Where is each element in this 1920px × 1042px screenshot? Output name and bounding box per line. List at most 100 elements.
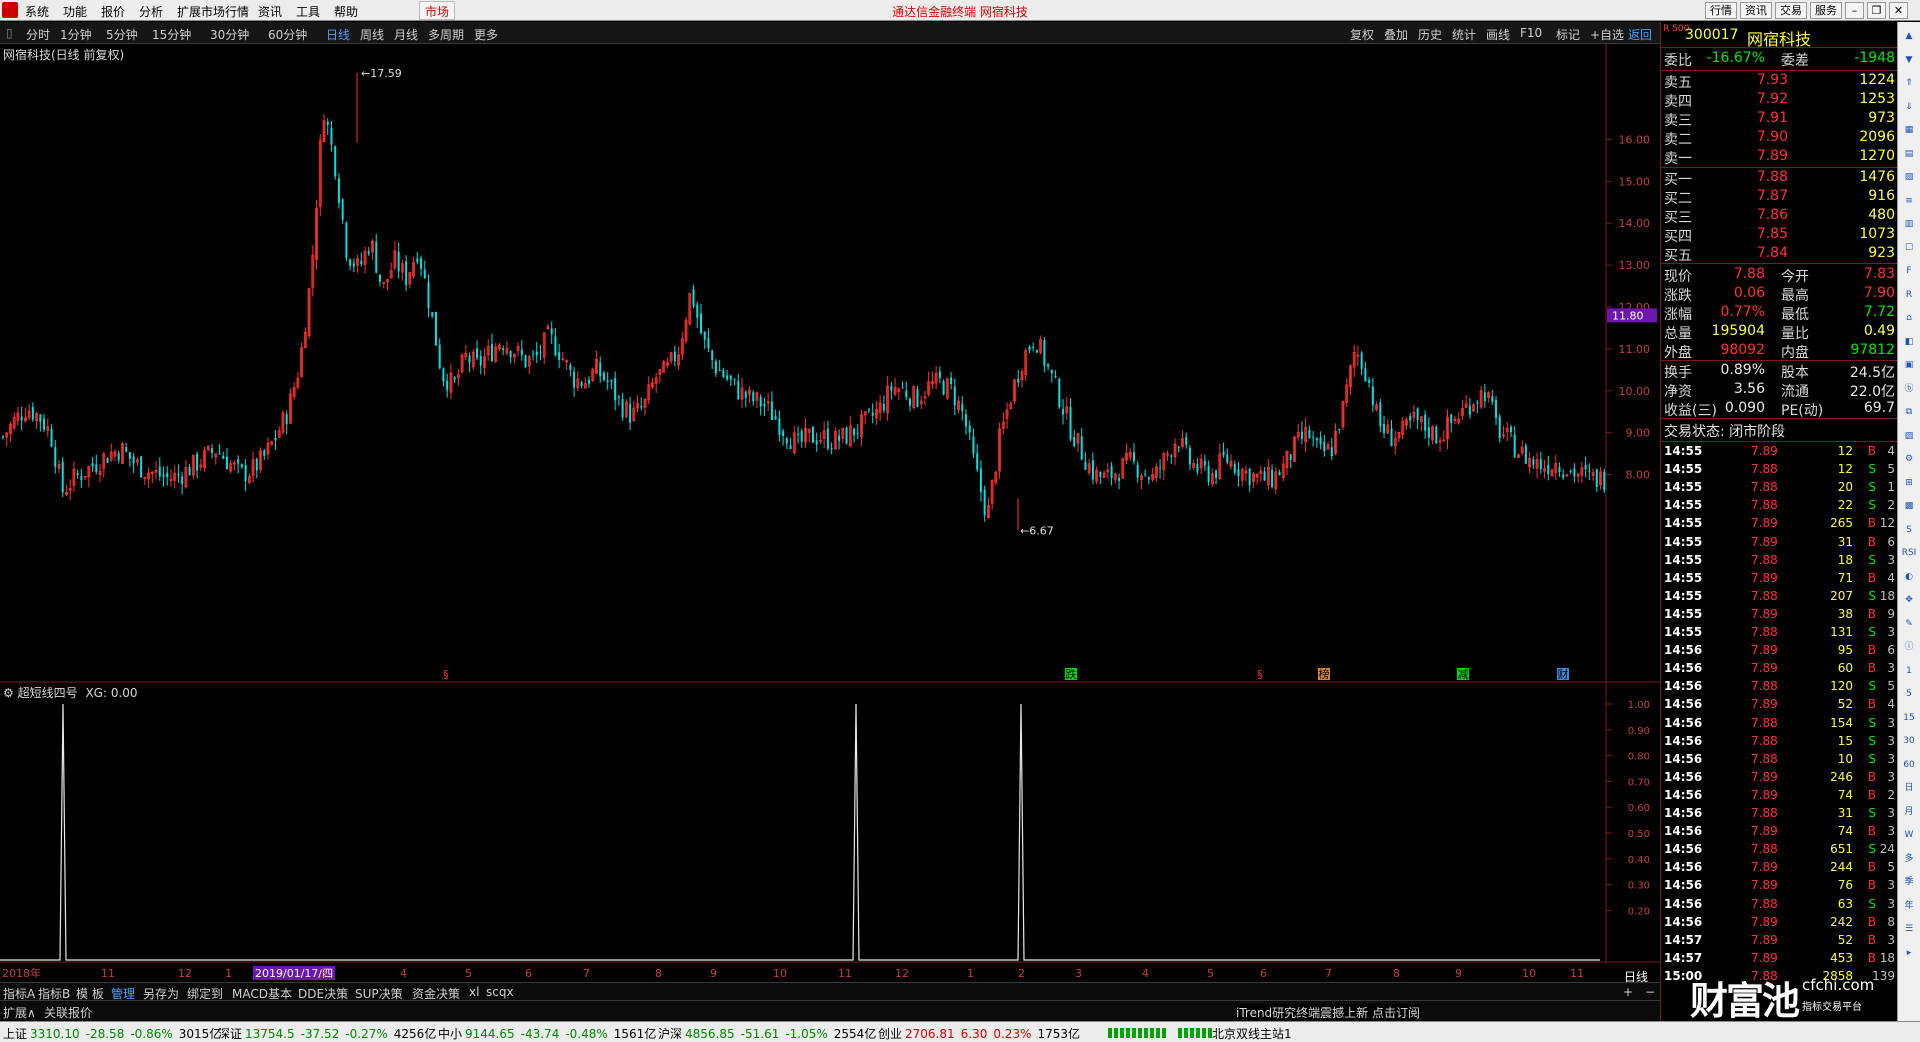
tick-row[interactable]: 14:56 7.88 10 S 3 bbox=[1661, 752, 1898, 770]
bid-row[interactable]: 买一 7.88 1476 bbox=[1661, 169, 1898, 188]
side-tool-icon-20[interactable]: ▩ bbox=[1901, 498, 1917, 514]
side-tool-icon-0[interactable]: ▲ bbox=[1901, 28, 1917, 44]
close-icon[interactable]: ✕ bbox=[1889, 2, 1908, 19]
chart-tool-7[interactable]: +自选 bbox=[1590, 26, 1624, 43]
side-tool-icon-25[interactable]: ✎ bbox=[1901, 616, 1917, 632]
side-tool-icon-11[interactable]: R bbox=[1901, 287, 1917, 303]
ask-row[interactable]: 卖三 7.91 973 bbox=[1661, 110, 1898, 129]
bid-row[interactable]: 买二 7.87 916 bbox=[1661, 188, 1898, 207]
tick-row[interactable]: 14:55 7.88 131 S 3 bbox=[1661, 625, 1898, 643]
event-marker-5[interactable]: 财 bbox=[1558, 667, 1569, 681]
menu-item-5[interactable]: 资讯 bbox=[258, 3, 282, 20]
tick-row[interactable]: 14:56 7.88 15 S 3 bbox=[1661, 734, 1898, 752]
index-quote-0[interactable]: 上证 3310.10 -28.58 -0.86% 3015亿 bbox=[3, 1025, 221, 1042]
tick-row[interactable]: 14:57 7.89 453 B 18 bbox=[1661, 951, 1898, 969]
side-tool-icon-13[interactable]: ◧ bbox=[1901, 334, 1917, 350]
tick-row[interactable]: 14:56 7.89 95 B 6 bbox=[1661, 643, 1898, 661]
index-quote-4[interactable]: 创业 2706.81 6.30 0.23% 1753亿 bbox=[878, 1025, 1080, 1042]
period-tab-9[interactable]: 多周期 bbox=[428, 26, 464, 43]
side-tool-icon-12[interactable]: ⌂ bbox=[1901, 310, 1917, 326]
side-tool-icon-38[interactable]: ☰ bbox=[1901, 921, 1917, 937]
event-marker-3[interactable]: 榜 bbox=[1319, 667, 1330, 681]
tick-row[interactable]: 14:55 7.88 20 S 1 bbox=[1661, 480, 1898, 498]
side-tool-icon-7[interactable]: ≡ bbox=[1901, 193, 1917, 209]
side-tool-icon-16[interactable]: ⧉ bbox=[1901, 404, 1917, 420]
side-tool-icon-39[interactable]: ▸ bbox=[1901, 945, 1917, 961]
indicator-tab-11[interactable]: scqx bbox=[486, 985, 514, 999]
tick-row[interactable]: 14:57 7.89 52 B 3 bbox=[1661, 933, 1898, 951]
zoom-in-icon[interactable]: + bbox=[1623, 985, 1633, 999]
period-tab-4[interactable]: 30分钟 bbox=[210, 26, 249, 43]
tick-row[interactable]: 14:55 7.88 22 S 2 bbox=[1661, 498, 1898, 516]
tick-row[interactable]: 14:55 7.89 12 B 4 bbox=[1661, 444, 1898, 462]
period-tab-10[interactable]: 更多 bbox=[474, 26, 498, 43]
server-name[interactable]: 北京双线主站1 bbox=[1212, 1025, 1292, 1042]
menu-item-1[interactable]: 功能 bbox=[63, 3, 87, 20]
kline-chart[interactable]: 16.0015.0014.0013.0012.0011.0010.009.008… bbox=[0, 44, 1660, 982]
chart-tool-3[interactable]: 统计 bbox=[1452, 26, 1476, 43]
indicator-tab-10[interactable]: xl bbox=[469, 985, 479, 999]
news-ticker[interactable]: iTrend研究终端震撼上新 点击订阅 bbox=[1236, 1004, 1420, 1021]
tick-row[interactable]: 14:55 7.88 12 S 5 bbox=[1661, 462, 1898, 480]
top-right-button-0[interactable]: 行情 bbox=[1705, 2, 1737, 19]
index-quote-2[interactable]: 中小 9144.65 -43.74 -0.48% 1561亿 bbox=[438, 1025, 656, 1042]
side-tool-icon-6[interactable]: ▧ bbox=[1901, 169, 1917, 185]
side-tool-icon-31[interactable]: 60 bbox=[1901, 757, 1917, 773]
side-tool-icon-37[interactable]: 年 bbox=[1901, 898, 1917, 914]
period-tab-7[interactable]: 周线 bbox=[360, 26, 384, 43]
side-tool-icon-18[interactable]: ⚙ bbox=[1901, 451, 1917, 467]
tick-row[interactable]: 14:55 7.89 38 B 9 bbox=[1661, 607, 1898, 625]
bid-row[interactable]: 买五 7.84 923 bbox=[1661, 245, 1898, 264]
period-tab-0[interactable]: 分时 bbox=[26, 26, 50, 43]
bid-row[interactable]: 买三 7.86 480 bbox=[1661, 207, 1898, 226]
side-tool-icon-19[interactable]: ⊞ bbox=[1901, 475, 1917, 491]
tick-row[interactable]: 14:55 7.89 31 B 6 bbox=[1661, 535, 1898, 553]
ask-row[interactable]: 卖一 7.89 1270 bbox=[1661, 148, 1898, 167]
side-tool-icon-14[interactable]: ▣ bbox=[1901, 357, 1917, 373]
side-tool-icon-32[interactable]: 日 bbox=[1901, 780, 1917, 796]
side-tool-icon-29[interactable]: 15 bbox=[1901, 710, 1917, 726]
period-tab-6[interactable]: 日线 bbox=[326, 26, 350, 43]
panel-toggle-icon[interactable]: ▯ bbox=[6, 26, 13, 40]
bid-row[interactable]: 买四 7.85 1073 bbox=[1661, 226, 1898, 245]
side-tool-icon-34[interactable]: W bbox=[1901, 827, 1917, 843]
zoom-out-icon[interactable]: − bbox=[1645, 985, 1655, 999]
event-marker-4[interactable]: 减 bbox=[1458, 668, 1469, 681]
side-tool-icon-36[interactable]: 季 bbox=[1901, 874, 1917, 890]
event-marker-0[interactable]: § bbox=[443, 668, 449, 681]
side-tool-icon-26[interactable]: ⓘ bbox=[1901, 639, 1917, 655]
period-tab-8[interactable]: 月线 bbox=[394, 26, 418, 43]
menu-item-0[interactable]: 系统 bbox=[25, 3, 49, 20]
top-right-button-2[interactable]: 交易 bbox=[1775, 2, 1807, 19]
market-tab[interactable]: 市场 bbox=[419, 1, 456, 20]
chart-tool-5[interactable]: F10 bbox=[1520, 26, 1542, 40]
side-tool-icon-1[interactable]: ▼ bbox=[1901, 52, 1917, 68]
chart-tool-4[interactable]: 画线 bbox=[1486, 26, 1510, 43]
top-right-button-1[interactable]: 资讯 bbox=[1740, 2, 1772, 19]
menu-item-2[interactable]: 报价 bbox=[101, 3, 125, 20]
menu-item-4[interactable]: 扩展市场行情 bbox=[177, 3, 249, 20]
menu-item-7[interactable]: 帮助 bbox=[334, 3, 358, 20]
index-quote-1[interactable]: 深证 13754.5 -37.52 -0.27% 4256亿 bbox=[218, 1025, 436, 1042]
ask-row[interactable]: 卖五 7.93 1224 bbox=[1661, 72, 1898, 91]
ask-row[interactable]: 卖二 7.90 2096 bbox=[1661, 129, 1898, 148]
side-tool-icon-23[interactable]: ◐ bbox=[1901, 569, 1917, 585]
chart-area[interactable]: 16.00 15.00 14.00 13.00 12.00 11.00 10.00 9.00 8… bbox=[0, 44, 1660, 984]
index-quote-3[interactable]: 沪深 4856.85 -51.61 -1.05% 2554亿 bbox=[658, 1025, 876, 1042]
gear-icon[interactable]: ⚙ bbox=[3, 686, 14, 700]
side-tool-icon-28[interactable]: 5 bbox=[1901, 686, 1917, 702]
side-tool-icon-3[interactable]: ⇓ bbox=[1901, 99, 1917, 115]
tick-row[interactable]: 14:56 7.88 63 S 3 bbox=[1661, 897, 1898, 915]
tick-row[interactable]: 14:56 7.89 76 B 3 bbox=[1661, 878, 1898, 896]
minimize-icon[interactable]: – bbox=[1845, 2, 1864, 19]
tick-row[interactable]: 14:56 7.88 651 S 24 bbox=[1661, 842, 1898, 860]
menu-item-6[interactable]: 工具 bbox=[296, 3, 320, 20]
period-tab-5[interactable]: 60分钟 bbox=[268, 26, 307, 43]
tick-row[interactable]: 14:56 7.89 242 B 8 bbox=[1661, 915, 1898, 933]
tick-row[interactable]: 14:56 7.89 244 B 5 bbox=[1661, 860, 1898, 878]
restore-icon[interactable]: ❐ bbox=[1867, 2, 1886, 19]
side-tool-icon-4[interactable]: ▦ bbox=[1901, 122, 1917, 138]
chart-tool-6[interactable]: 标记 bbox=[1556, 26, 1580, 43]
side-tool-icon-15[interactable]: ⓑ bbox=[1901, 381, 1917, 397]
ext-tab-1[interactable]: 关联报价 bbox=[44, 1004, 92, 1021]
